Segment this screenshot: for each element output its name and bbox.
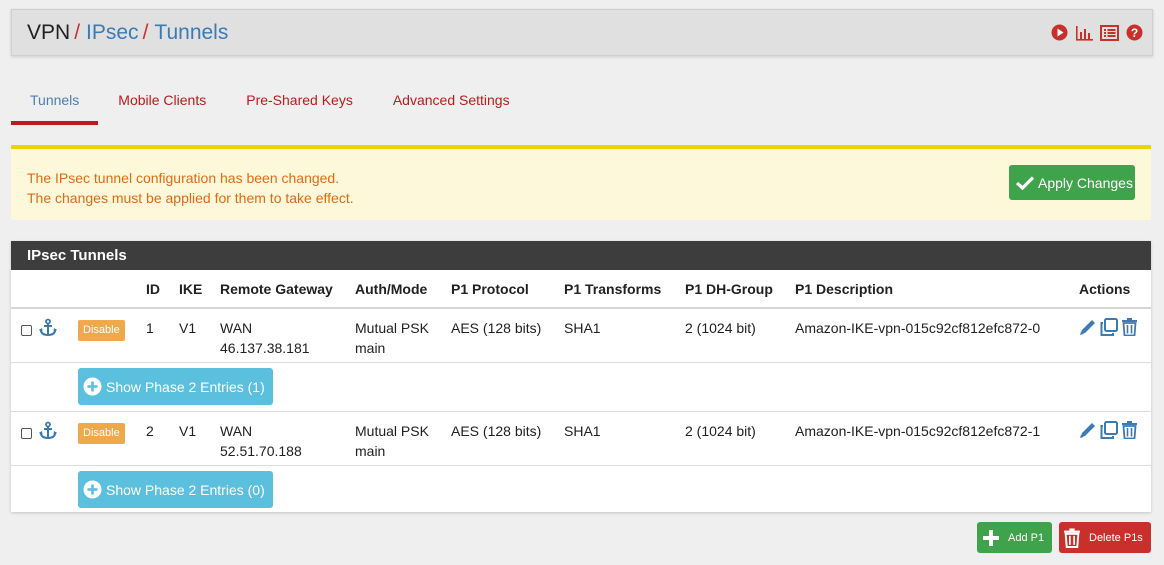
breadcrumb-ipsec[interactable]: IPsec xyxy=(86,21,139,45)
col-ike: IKE xyxy=(179,270,220,309)
list-icon[interactable] xyxy=(1100,23,1119,42)
tunnel-ike: V1 xyxy=(179,422,197,439)
gateway-ip: 46.137.38.181 xyxy=(220,340,310,356)
tab-bar: Tunnels Mobile Clients Pre-Shared Keys A… xyxy=(11,82,530,125)
col-p1-protocol: P1 Protocol xyxy=(451,270,564,309)
row-actions xyxy=(1079,420,1151,444)
trash-icon xyxy=(1064,527,1080,548)
help-icon[interactable]: ? xyxy=(1125,23,1144,42)
p1-dh-group: 2 (1024 bit) xyxy=(685,422,756,439)
p1-protocol: AES (128 bits) xyxy=(451,320,542,336)
tunnel-id: 1 xyxy=(146,320,154,336)
trash-icon[interactable] xyxy=(1121,318,1138,341)
delete-p1s-label: Delete P1s xyxy=(1089,531,1143,544)
gateway-interface: WAN xyxy=(220,422,253,439)
p1-transforms: SHA1 xyxy=(564,422,601,439)
play-circle-icon[interactable] xyxy=(1050,23,1069,42)
col-id: ID xyxy=(146,270,179,309)
col-auth-mode: Auth/Mode xyxy=(355,270,451,309)
breadcrumb-tunnels[interactable]: Tunnels xyxy=(154,21,228,45)
delete-p1s-button[interactable]: Delete P1s xyxy=(1059,522,1151,553)
tab-mobile-clients[interactable]: Mobile Clients xyxy=(98,82,226,125)
header-icon-group: ? xyxy=(1050,23,1144,42)
show-phase2-button[interactable]: Show Phase 2 Entries (0) xyxy=(78,471,273,509)
tunnel-id: 2 xyxy=(146,422,154,439)
breadcrumb-separator: / xyxy=(142,20,149,44)
col-p1-transforms: P1 Transforms xyxy=(564,270,685,309)
phase2-row: Show Phase 2 Entries (1) xyxy=(11,362,1151,411)
bar-chart-icon[interactable] xyxy=(1075,23,1094,42)
show-phase2-label: Show Phase 2 Entries (1) xyxy=(106,378,265,395)
alert-message: The IPsec tunnel configuration has been … xyxy=(27,168,354,208)
row-select-checkbox[interactable] xyxy=(21,427,32,439)
p1-description: Amazon-IKE-vpn-015c92cf812efc872-0 xyxy=(795,320,1041,336)
col-p1-description: P1 Description xyxy=(795,270,1079,309)
p1-description: Amazon-IKE-vpn-015c92cf812efc872-1 xyxy=(795,422,1041,439)
auth-mode: Mutual PSK main xyxy=(355,308,451,362)
anchor-icon[interactable] xyxy=(38,421,58,446)
ike-mode: main xyxy=(355,442,386,459)
show-phase2-button[interactable]: Show Phase 2 Entries (1) xyxy=(78,368,273,405)
copy-icon[interactable] xyxy=(1100,420,1118,444)
page-header: VPN / IPsec / Tunnels ? xyxy=(11,9,1153,56)
row-select-checkbox[interactable] xyxy=(21,325,32,336)
breadcrumb-separator: / xyxy=(74,20,81,44)
tunnels-table: ID IKE Remote Gateway Auth/Mode P1 Proto… xyxy=(11,270,1151,514)
plus-icon xyxy=(983,529,999,546)
apply-changes-button[interactable]: Apply Changes xyxy=(1009,165,1135,200)
col-remote-gateway: Remote Gateway xyxy=(220,270,355,309)
tunnel-ike: V1 xyxy=(179,320,197,336)
check-icon xyxy=(1015,175,1035,190)
edit-pencil-icon[interactable] xyxy=(1079,421,1097,444)
disable-button[interactable]: Disable xyxy=(78,320,125,341)
row-actions xyxy=(1079,318,1151,341)
edit-pencil-icon[interactable] xyxy=(1079,318,1097,341)
ike-mode: main xyxy=(355,340,386,356)
add-p1-button[interactable]: Add P1 xyxy=(977,522,1052,553)
table-row: Disable 1 V1 WAN 46.137.38.181 Mutual PS… xyxy=(11,308,1151,362)
panel-title: IPsec Tunnels xyxy=(11,241,1151,270)
p1-protocol: AES (128 bits) xyxy=(451,422,542,439)
auth-method: Mutual PSK xyxy=(355,422,429,439)
svg-text:?: ? xyxy=(1131,26,1138,40)
show-phase2-label: Show Phase 2 Entries (0) xyxy=(106,481,265,498)
alert-line-1: The IPsec tunnel configuration has been … xyxy=(27,170,340,186)
p1-transforms: SHA1 xyxy=(564,320,601,336)
disable-button[interactable]: Disable xyxy=(78,422,125,444)
auth-mode: Mutual PSK main xyxy=(355,411,451,465)
plus-circle-icon xyxy=(83,377,102,396)
remote-gateway: WAN 46.137.38.181 xyxy=(220,308,355,362)
copy-icon[interactable] xyxy=(1100,318,1118,341)
phase2-row: Show Phase 2 Entries (0) xyxy=(11,465,1151,514)
tab-pre-shared-keys[interactable]: Pre-Shared Keys xyxy=(226,82,373,125)
plus-circle-icon xyxy=(83,480,102,499)
auth-method: Mutual PSK xyxy=(355,320,429,336)
config-changed-alert: The IPsec tunnel configuration has been … xyxy=(11,145,1151,220)
trash-icon[interactable] xyxy=(1121,420,1138,444)
p1-dh-group: 2 (1024 bit) xyxy=(685,320,756,336)
anchor-icon[interactable] xyxy=(38,318,58,343)
alert-line-2: The changes must be applied for them to … xyxy=(27,190,354,206)
ipsec-tunnels-panel: IPsec Tunnels ID IKE Remote Gateway Auth… xyxy=(11,241,1151,512)
table-row: Disable 2 V1 WAN 52.51.70.188 Mutual PSK… xyxy=(11,411,1151,465)
breadcrumb-vpn: VPN xyxy=(27,20,71,44)
apply-changes-label: Apply Changes xyxy=(1038,174,1133,191)
col-actions: Actions xyxy=(1079,270,1151,309)
gateway-interface: WAN xyxy=(220,320,253,336)
col-p1-dh-group: P1 DH-Group xyxy=(685,270,795,309)
table-header-row: ID IKE Remote Gateway Auth/Mode P1 Proto… xyxy=(11,270,1151,309)
tab-tunnels[interactable]: Tunnels xyxy=(11,82,99,125)
tab-advanced-settings[interactable]: Advanced Settings xyxy=(373,82,530,125)
add-p1-label: Add P1 xyxy=(1008,531,1045,544)
remote-gateway: WAN 52.51.70.188 xyxy=(220,411,355,465)
gateway-ip: 52.51.70.188 xyxy=(220,442,302,459)
